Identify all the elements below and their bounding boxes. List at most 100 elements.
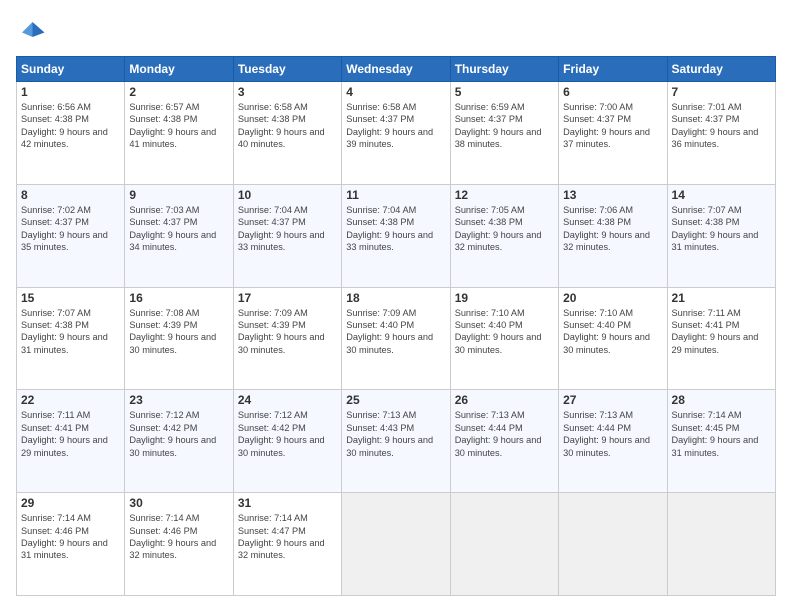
logo-icon (16, 16, 46, 46)
cell-content: Sunrise: 7:09 AMSunset: 4:40 PMDaylight:… (346, 308, 433, 355)
cell-content: Sunrise: 7:08 AMSunset: 4:39 PMDaylight:… (129, 308, 216, 355)
calendar-cell: 4 Sunrise: 6:58 AMSunset: 4:37 PMDayligh… (342, 82, 450, 185)
cell-content: Sunrise: 7:14 AMSunset: 4:46 PMDaylight:… (129, 513, 216, 560)
cell-content: Sunrise: 7:13 AMSunset: 4:44 PMDaylight:… (563, 410, 650, 457)
cell-content: Sunrise: 7:07 AMSunset: 4:38 PMDaylight:… (672, 205, 759, 252)
logo (16, 16, 50, 46)
calendar-table: SundayMondayTuesdayWednesdayThursdayFrid… (16, 56, 776, 596)
day-number: 12 (455, 188, 554, 202)
calendar-cell: 7 Sunrise: 7:01 AMSunset: 4:37 PMDayligh… (667, 82, 775, 185)
cell-content: Sunrise: 7:13 AMSunset: 4:43 PMDaylight:… (346, 410, 433, 457)
calendar-header-row: SundayMondayTuesdayWednesdayThursdayFrid… (17, 57, 776, 82)
calendar-cell: 20 Sunrise: 7:10 AMSunset: 4:40 PMDaylig… (559, 287, 667, 390)
calendar-week-2: 8 Sunrise: 7:02 AMSunset: 4:37 PMDayligh… (17, 184, 776, 287)
cell-content: Sunrise: 7:14 AMSunset: 4:45 PMDaylight:… (672, 410, 759, 457)
day-number: 10 (238, 188, 337, 202)
day-header-monday: Monday (125, 57, 233, 82)
calendar-cell: 23 Sunrise: 7:12 AMSunset: 4:42 PMDaylig… (125, 390, 233, 493)
calendar-cell: 1 Sunrise: 6:56 AMSunset: 4:38 PMDayligh… (17, 82, 125, 185)
cell-content: Sunrise: 7:03 AMSunset: 4:37 PMDaylight:… (129, 205, 216, 252)
calendar-week-3: 15 Sunrise: 7:07 AMSunset: 4:38 PMDaylig… (17, 287, 776, 390)
cell-content: Sunrise: 7:12 AMSunset: 4:42 PMDaylight:… (129, 410, 216, 457)
cell-content: Sunrise: 7:12 AMSunset: 4:42 PMDaylight:… (238, 410, 325, 457)
cell-content: Sunrise: 7:14 AMSunset: 4:47 PMDaylight:… (238, 513, 325, 560)
day-number: 26 (455, 393, 554, 407)
day-number: 24 (238, 393, 337, 407)
day-header-thursday: Thursday (450, 57, 558, 82)
calendar-cell: 21 Sunrise: 7:11 AMSunset: 4:41 PMDaylig… (667, 287, 775, 390)
calendar-cell: 6 Sunrise: 7:00 AMSunset: 4:37 PMDayligh… (559, 82, 667, 185)
calendar-cell: 19 Sunrise: 7:10 AMSunset: 4:40 PMDaylig… (450, 287, 558, 390)
day-number: 22 (21, 393, 120, 407)
calendar-cell: 28 Sunrise: 7:14 AMSunset: 4:45 PMDaylig… (667, 390, 775, 493)
day-header-saturday: Saturday (667, 57, 775, 82)
header (16, 16, 776, 46)
day-number: 1 (21, 85, 120, 99)
day-number: 11 (346, 188, 445, 202)
calendar-cell: 29 Sunrise: 7:14 AMSunset: 4:46 PMDaylig… (17, 493, 125, 596)
cell-content: Sunrise: 7:14 AMSunset: 4:46 PMDaylight:… (21, 513, 108, 560)
cell-content: Sunrise: 7:02 AMSunset: 4:37 PMDaylight:… (21, 205, 108, 252)
day-number: 13 (563, 188, 662, 202)
cell-content: Sunrise: 7:04 AMSunset: 4:38 PMDaylight:… (346, 205, 433, 252)
calendar-cell: 16 Sunrise: 7:08 AMSunset: 4:39 PMDaylig… (125, 287, 233, 390)
calendar-cell: 2 Sunrise: 6:57 AMSunset: 4:38 PMDayligh… (125, 82, 233, 185)
day-number: 14 (672, 188, 771, 202)
cell-content: Sunrise: 6:58 AMSunset: 4:38 PMDaylight:… (238, 102, 325, 149)
calendar-cell (342, 493, 450, 596)
day-number: 2 (129, 85, 228, 99)
calendar-cell: 13 Sunrise: 7:06 AMSunset: 4:38 PMDaylig… (559, 184, 667, 287)
cell-content: Sunrise: 7:06 AMSunset: 4:38 PMDaylight:… (563, 205, 650, 252)
calendar-cell: 25 Sunrise: 7:13 AMSunset: 4:43 PMDaylig… (342, 390, 450, 493)
calendar-cell (559, 493, 667, 596)
cell-content: Sunrise: 7:01 AMSunset: 4:37 PMDaylight:… (672, 102, 759, 149)
cell-content: Sunrise: 7:13 AMSunset: 4:44 PMDaylight:… (455, 410, 542, 457)
cell-content: Sunrise: 7:00 AMSunset: 4:37 PMDaylight:… (563, 102, 650, 149)
calendar-cell: 12 Sunrise: 7:05 AMSunset: 4:38 PMDaylig… (450, 184, 558, 287)
calendar-cell: 14 Sunrise: 7:07 AMSunset: 4:38 PMDaylig… (667, 184, 775, 287)
day-number: 5 (455, 85, 554, 99)
calendar-cell: 10 Sunrise: 7:04 AMSunset: 4:37 PMDaylig… (233, 184, 341, 287)
calendar-cell: 26 Sunrise: 7:13 AMSunset: 4:44 PMDaylig… (450, 390, 558, 493)
calendar-cell: 22 Sunrise: 7:11 AMSunset: 4:41 PMDaylig… (17, 390, 125, 493)
page: SundayMondayTuesdayWednesdayThursdayFrid… (0, 0, 792, 612)
cell-content: Sunrise: 7:11 AMSunset: 4:41 PMDaylight:… (21, 410, 108, 457)
cell-content: Sunrise: 6:58 AMSunset: 4:37 PMDaylight:… (346, 102, 433, 149)
cell-content: Sunrise: 6:56 AMSunset: 4:38 PMDaylight:… (21, 102, 108, 149)
day-header-sunday: Sunday (17, 57, 125, 82)
calendar-cell: 15 Sunrise: 7:07 AMSunset: 4:38 PMDaylig… (17, 287, 125, 390)
day-number: 7 (672, 85, 771, 99)
day-number: 21 (672, 291, 771, 305)
cell-content: Sunrise: 7:05 AMSunset: 4:38 PMDaylight:… (455, 205, 542, 252)
cell-content: Sunrise: 6:59 AMSunset: 4:37 PMDaylight:… (455, 102, 542, 149)
day-header-friday: Friday (559, 57, 667, 82)
calendar-week-4: 22 Sunrise: 7:11 AMSunset: 4:41 PMDaylig… (17, 390, 776, 493)
calendar-cell: 3 Sunrise: 6:58 AMSunset: 4:38 PMDayligh… (233, 82, 341, 185)
day-number: 6 (563, 85, 662, 99)
day-number: 23 (129, 393, 228, 407)
calendar-cell (450, 493, 558, 596)
day-number: 3 (238, 85, 337, 99)
day-number: 27 (563, 393, 662, 407)
day-header-wednesday: Wednesday (342, 57, 450, 82)
calendar-cell: 30 Sunrise: 7:14 AMSunset: 4:46 PMDaylig… (125, 493, 233, 596)
calendar-cell: 8 Sunrise: 7:02 AMSunset: 4:37 PMDayligh… (17, 184, 125, 287)
calendar-cell: 27 Sunrise: 7:13 AMSunset: 4:44 PMDaylig… (559, 390, 667, 493)
calendar-week-5: 29 Sunrise: 7:14 AMSunset: 4:46 PMDaylig… (17, 493, 776, 596)
day-number: 15 (21, 291, 120, 305)
day-number: 4 (346, 85, 445, 99)
day-number: 9 (129, 188, 228, 202)
day-number: 18 (346, 291, 445, 305)
calendar-cell (667, 493, 775, 596)
cell-content: Sunrise: 7:10 AMSunset: 4:40 PMDaylight:… (563, 308, 650, 355)
calendar-cell: 18 Sunrise: 7:09 AMSunset: 4:40 PMDaylig… (342, 287, 450, 390)
day-number: 25 (346, 393, 445, 407)
calendar-cell: 31 Sunrise: 7:14 AMSunset: 4:47 PMDaylig… (233, 493, 341, 596)
calendar-week-1: 1 Sunrise: 6:56 AMSunset: 4:38 PMDayligh… (17, 82, 776, 185)
day-number: 20 (563, 291, 662, 305)
calendar-cell: 11 Sunrise: 7:04 AMSunset: 4:38 PMDaylig… (342, 184, 450, 287)
calendar-cell: 17 Sunrise: 7:09 AMSunset: 4:39 PMDaylig… (233, 287, 341, 390)
day-header-tuesday: Tuesday (233, 57, 341, 82)
day-number: 28 (672, 393, 771, 407)
day-number: 8 (21, 188, 120, 202)
